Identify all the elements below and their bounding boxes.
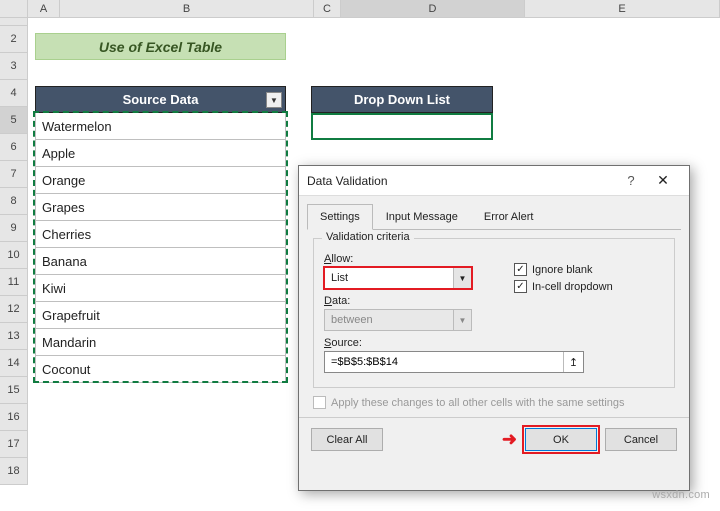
allow-value: List — [325, 272, 453, 284]
row-4[interactable]: 4 — [0, 80, 28, 107]
incell-dropdown-checkbox[interactable]: ✓ In-cell dropdown — [514, 280, 613, 293]
row-11[interactable]: 11 — [0, 269, 28, 296]
chevron-down-icon: ▼ — [453, 268, 471, 288]
table-filter-button[interactable]: ▼ — [266, 92, 282, 108]
row-16[interactable]: 16 — [0, 404, 28, 431]
source-input[interactable] — [325, 352, 563, 372]
tab-error-alert[interactable]: Error Alert — [471, 204, 547, 229]
range-picker-icon[interactable]: ↥ — [563, 352, 583, 372]
row-15[interactable]: 15 — [0, 377, 28, 404]
col-E[interactable]: E — [525, 0, 720, 18]
incell-dropdown-label: In-cell dropdown — [532, 281, 613, 293]
ignore-blank-label: Ignore blank — [532, 264, 593, 276]
table-row[interactable]: Grapes — [35, 194, 286, 221]
table-row[interactable]: Watermelon — [35, 113, 286, 140]
dialog-tabs: Settings Input Message Error Alert — [307, 204, 681, 230]
table-row[interactable]: Grapefruit — [35, 302, 286, 329]
row-8[interactable]: 8 — [0, 188, 28, 215]
data-validation-dialog: Data Validation ? ✕ Settings Input Messa… — [298, 165, 690, 491]
dialog-titlebar[interactable]: Data Validation ? ✕ — [299, 166, 689, 196]
row-1[interactable] — [0, 18, 28, 26]
chevron-down-icon: ▼ — [453, 310, 471, 330]
select-all-corner[interactable] — [0, 0, 28, 18]
source-data-header[interactable]: Source Data ▼ — [35, 86, 286, 113]
ok-button[interactable]: OK — [525, 428, 597, 451]
watermark: wsxdn.com — [652, 489, 710, 501]
dropdown-list-header: Drop Down List — [311, 86, 493, 113]
source-label: Source: — [324, 337, 664, 349]
row-13[interactable]: 13 — [0, 323, 28, 350]
table-row[interactable]: Orange — [35, 167, 286, 194]
table-row[interactable]: Coconut — [35, 356, 286, 383]
col-D[interactable]: D — [341, 0, 525, 18]
checkbox-empty-icon — [313, 396, 326, 409]
row-5[interactable]: 5 — [0, 107, 28, 134]
dropdown-target-cell[interactable] — [311, 113, 493, 140]
col-A[interactable]: A — [28, 0, 60, 18]
data-label: Data: — [324, 295, 664, 307]
row-headers: 2 3 4 5 6 7 8 9 10 11 12 13 14 15 16 17 … — [0, 18, 28, 485]
tab-input-message[interactable]: Input Message — [373, 204, 471, 229]
col-B[interactable]: B — [60, 0, 314, 18]
dialog-title: Data Validation — [307, 174, 617, 188]
data-combobox: between ▼ — [324, 309, 472, 331]
row-7[interactable]: 7 — [0, 161, 28, 188]
table-row[interactable]: Banana — [35, 248, 286, 275]
data-value: between — [325, 314, 453, 326]
row-14[interactable]: 14 — [0, 350, 28, 377]
row-17[interactable]: 17 — [0, 431, 28, 458]
table-row[interactable]: Mandarin — [35, 329, 286, 356]
column-headers: A B C D E — [0, 0, 720, 18]
tab-settings[interactable]: Settings — [307, 204, 373, 230]
row-2[interactable]: 2 — [0, 26, 28, 53]
table-row[interactable]: Kiwi — [35, 275, 286, 302]
checkmark-icon: ✓ — [514, 280, 527, 293]
checkmark-icon: ✓ — [514, 263, 527, 276]
validation-criteria-group: Validation criteria Allow: List ▼ ✓ Igno… — [313, 238, 675, 388]
page-title: Use of Excel Table — [35, 33, 286, 60]
table-row[interactable]: Apple — [35, 140, 286, 167]
help-icon[interactable]: ? — [617, 173, 645, 188]
allow-label: Allow: — [324, 253, 664, 265]
ignore-blank-checkbox[interactable]: ✓ Ignore blank — [514, 263, 613, 276]
row-3[interactable]: 3 — [0, 53, 28, 80]
dialog-buttons: Clear All ➜ OK Cancel — [299, 417, 689, 461]
row-9[interactable]: 9 — [0, 215, 28, 242]
close-icon[interactable]: ✕ — [645, 172, 681, 189]
arrow-right-icon: ➜ — [502, 429, 517, 450]
cancel-button[interactable]: Cancel — [605, 428, 677, 451]
col-C[interactable]: C — [314, 0, 341, 18]
row-10[interactable]: 10 — [0, 242, 28, 269]
row-6[interactable]: 6 — [0, 134, 28, 161]
chevron-down-icon: ▼ — [270, 96, 278, 105]
apply-all-checkbox: Apply these changes to all other cells w… — [313, 396, 675, 409]
validation-criteria-legend: Validation criteria — [322, 231, 414, 243]
row-18[interactable]: 18 — [0, 458, 28, 485]
source-input-wrap: ↥ — [324, 351, 584, 373]
table-row[interactable]: Cherries — [35, 221, 286, 248]
source-data-header-label: Source Data — [123, 92, 199, 107]
clear-all-button[interactable]: Clear All — [311, 428, 383, 451]
allow-combobox[interactable]: List ▼ — [324, 267, 472, 289]
apply-all-label: Apply these changes to all other cells w… — [331, 397, 625, 409]
row-12[interactable]: 12 — [0, 296, 28, 323]
